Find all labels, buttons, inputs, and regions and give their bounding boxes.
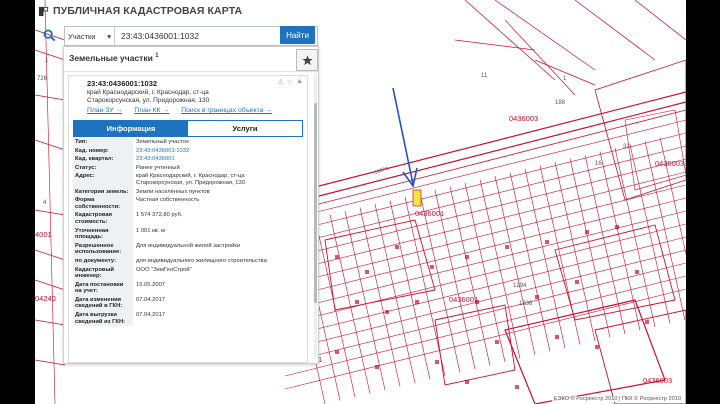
map-label: 188 xyxy=(555,100,566,106)
info-key: Дата изменения сведений в ГКН: xyxy=(73,295,133,312)
info-value: 07.04.2017 xyxy=(136,296,166,303)
info-key: Кадастровый инженер: xyxy=(73,265,133,281)
parcel-address: край Краснодарский, г. Краснодар, ст-ца … xyxy=(87,89,210,104)
info-row: Разрешенное использование: Для индивидуал… xyxy=(73,241,295,257)
info-key: Кадастровая стоимость: xyxy=(73,211,133,227)
info-key: Категория земель: xyxy=(73,187,133,197)
map-label: 0436003 xyxy=(643,376,672,385)
star-icon xyxy=(301,54,313,65)
map-label: 0436003 xyxy=(655,159,684,168)
search-toggle[interactable] xyxy=(37,24,61,46)
info-value: край Краснодарский, г. Краснодар, ст-ца … xyxy=(136,173,245,186)
info-value: 15.05.2007 xyxy=(136,281,166,288)
info-value: 1 001 кв. м xyxy=(136,227,165,234)
panel-title: Земельные участки 1 xyxy=(69,53,159,63)
info-row: Дата постановки на учет: 15.05.2007 xyxy=(73,280,295,296)
link-search-in-bounds[interactable]: Поиск в границах объекта → xyxy=(181,107,272,114)
map-label: 0436003 xyxy=(509,114,538,123)
info-value: Земли населённых пунктов xyxy=(136,188,210,195)
info-value: 07.04.2017 xyxy=(136,312,166,319)
info-key: Кад. квартал: xyxy=(73,155,133,164)
panel-header: Земельные участки 1 xyxy=(64,47,318,72)
info-key: Дата выгрузки сведений из ГКН: xyxy=(73,311,133,327)
parcel-card: 23:43:0436001:1032 ⚠ ☆ ▲ край Краснодарс… xyxy=(68,75,308,363)
info-key: Статус: xyxy=(73,163,133,173)
collapse-icon[interactable]: ▲ xyxy=(296,78,303,86)
warning-icon[interactable]: ⚠ xyxy=(278,78,284,86)
info-row: Статус: Ранее учтенный xyxy=(73,163,295,173)
chevron-down-icon: ▾ xyxy=(107,31,111,41)
info-key: Дата постановки на учет: xyxy=(73,280,133,296)
panel-scrollbar[interactable] xyxy=(314,73,317,359)
info-row: Кад. квартал: 23:43:0436001 xyxy=(73,155,295,164)
star-outline-icon[interactable]: ☆ xyxy=(287,78,293,86)
info-value: Земельный участок xyxy=(136,139,189,145)
selected-parcel-highlight[interactable] xyxy=(412,189,422,207)
info-row: Кадастровый инженер: ООО "ЗемГеоСтрой" xyxy=(73,265,295,281)
search-type-label: Участки xyxy=(68,31,96,41)
results-panel: Земельные участки 1 23:43:0436001:1032 ⚠… xyxy=(63,46,319,364)
map-label: 16 xyxy=(595,161,602,167)
info-row: Форма собственности: Частная собственност… xyxy=(73,196,295,212)
tab-services[interactable]: Услуги xyxy=(188,121,302,136)
info-value: для индивидуального жилищного строительс… xyxy=(136,257,267,264)
search-button[interactable]: Найти xyxy=(280,26,315,44)
info-row: Дата изменения сведений в ГКН: 07.04.2017 xyxy=(73,295,295,312)
link-plan-kk[interactable]: План КК → xyxy=(134,107,169,114)
info-value: ООО "ЗемГеоСтрой" xyxy=(136,266,192,273)
card-tools: ⚠ ☆ ▲ xyxy=(278,78,304,86)
info-key: Разрешенное использование: xyxy=(73,241,133,257)
info-key: Тип: xyxy=(73,138,133,147)
info-row: по документу: для индивидуального жилищно… xyxy=(73,256,295,266)
panel-title-text: Земельные участки xyxy=(69,53,153,63)
info-value: Для индивидуальной жилой застройки xyxy=(136,242,241,249)
favorite-button[interactable] xyxy=(296,49,318,71)
parcel-number: 23:43:0436001:1032 xyxy=(87,79,158,88)
app-brand[interactable]: ПУБЛИЧНАЯ КАДАСТРОВАЯ КАРТА xyxy=(38,3,242,19)
info-value: 1 574 372,80 руб. xyxy=(136,212,183,219)
info-row: Уточненная площадь: 1 001 кв. м xyxy=(73,226,295,242)
app-title: ПУБЛИЧНАЯ КАДАСТРОВАЯ КАРТА xyxy=(53,5,243,17)
info-row: Тип: Земельный участок xyxy=(73,138,295,147)
map-label: 0436001 xyxy=(449,295,478,304)
search-icon xyxy=(42,28,55,41)
info-value[interactable]: 23:43:0436001:1032 xyxy=(133,147,295,156)
map-label: 04240 xyxy=(35,294,56,303)
map-label: 32 xyxy=(623,144,630,150)
info-row: Адрес: край Краснодарский, г. Краснодар, … xyxy=(73,172,295,188)
info-key: Кад. номер: xyxy=(73,146,133,156)
link-plan-zu[interactable]: План ЗУ → xyxy=(87,107,122,114)
tab-info[interactable]: Информация xyxy=(74,121,188,136)
info-tabs: Информация Услуги xyxy=(73,120,303,137)
search-input[interactable] xyxy=(115,26,305,46)
parcel-links: План ЗУ → План КК → Поиск в границах объ… xyxy=(87,107,272,114)
info-key: по документу: xyxy=(73,256,133,266)
copyright-footer: ЕЭКО © Росреестр 2010 | ПКК © Росреестр … xyxy=(551,396,683,402)
info-value: Частная собственность xyxy=(136,197,200,204)
map-label: 726 xyxy=(37,76,48,82)
info-row: Кад. номер: 23:43:0436001:1032 xyxy=(73,146,295,156)
info-table: Тип: Земельный участок Кад. номер: 23:43:04… xyxy=(73,138,295,327)
result-count: 1 xyxy=(155,53,159,60)
map-label: 1294 xyxy=(513,283,527,289)
info-row: Категория земель: Земли населённых пункто… xyxy=(73,187,295,197)
info-key: Форма собственности: xyxy=(73,196,133,212)
info-key: Уточненная площадь: xyxy=(73,226,133,242)
info-value[interactable]: 23:43:0436001 xyxy=(133,155,295,164)
screen: 11 1 188 0436003 16 32 0436001 1520 17 0… xyxy=(35,0,686,404)
info-row: Кадастровая стоимость: 1 574 372,80 руб. xyxy=(73,211,295,227)
map-label: 4001 xyxy=(35,230,52,239)
search-type-select[interactable]: Участки ▾ xyxy=(65,27,115,45)
scroll-thumb[interactable] xyxy=(314,103,317,303)
info-key: Адрес: xyxy=(73,172,133,188)
map-label: 11 xyxy=(481,73,488,79)
info-value: Ранее учтенный xyxy=(136,164,180,171)
map-label: 0436001 xyxy=(415,209,444,218)
info-row: Дата выгрузки сведений из ГКН: 07.04.2017 xyxy=(73,311,295,327)
map-label: 1336 xyxy=(519,301,533,307)
pkk-logo-icon xyxy=(38,6,49,16)
